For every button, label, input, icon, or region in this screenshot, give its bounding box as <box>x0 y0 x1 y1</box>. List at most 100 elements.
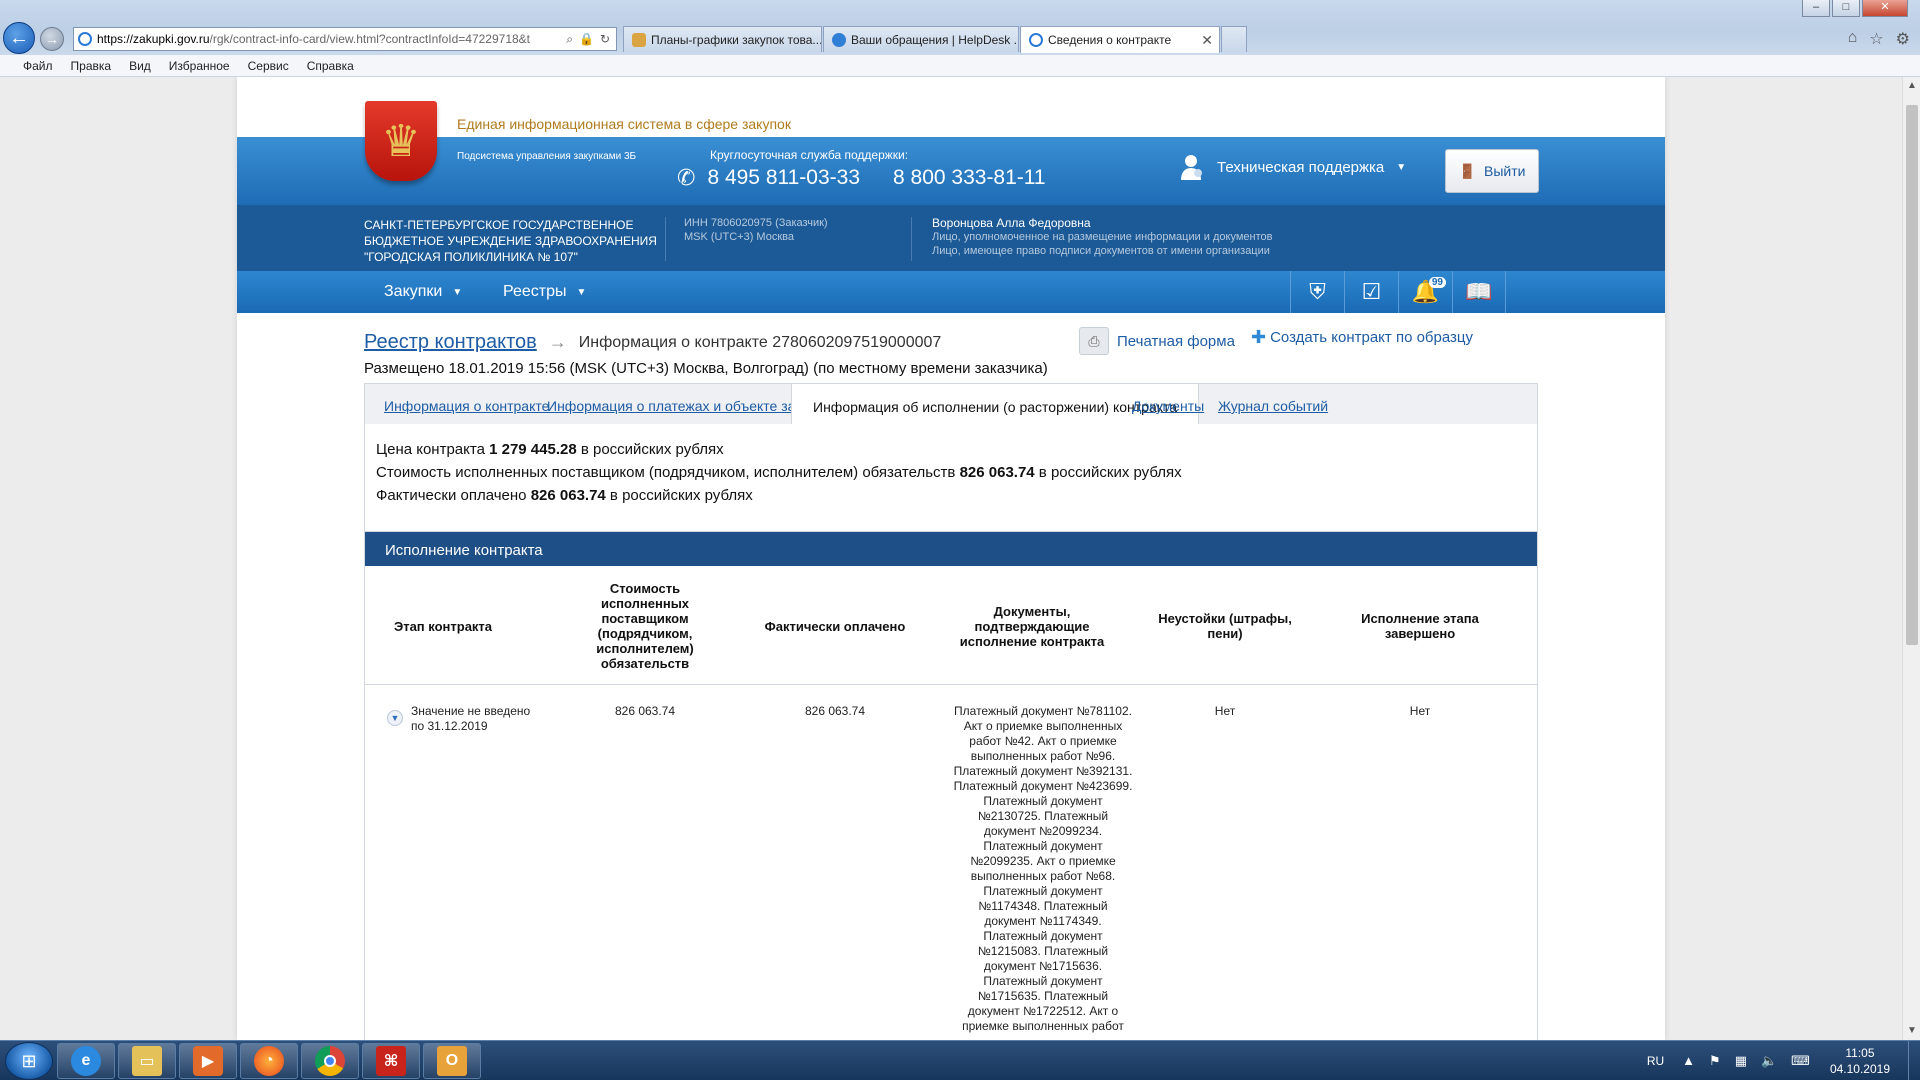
phone-number-1: 8 495 811-03-33 <box>707 166 861 189</box>
placed-date: Размещено 18.01.2019 15:56 (MSK (UTC+3) … <box>364 360 1048 377</box>
cell-cost: 826 063.74 <box>614 704 676 718</box>
settings-gear-icon[interactable]: ⚙ <box>1896 29 1910 49</box>
maximize-button[interactable]: □ <box>1832 0 1860 17</box>
menu-view[interactable]: Вид <box>120 59 160 73</box>
taskbar-firefox[interactable]: ◔ <box>240 1043 298 1079</box>
taskbar-ie[interactable]: e <box>57 1043 115 1079</box>
shield-icon[interactable]: ⛨ <box>1290 271 1344 313</box>
door-icon: 🚪 <box>1458 162 1476 179</box>
taskbar-explorer[interactable]: ▭ <box>118 1043 176 1079</box>
minimize-button[interactable]: – <box>1802 0 1830 17</box>
cell-penalties: Нет <box>1214 704 1236 718</box>
cell-paid: 826 063.74 <box>804 704 866 718</box>
print-form-link[interactable]: ⎙ Печатная форма <box>1079 327 1235 355</box>
favorites-star-icon[interactable]: ☆ <box>1869 29 1883 49</box>
taskbar-chrome[interactable] <box>301 1043 359 1079</box>
tab-event-log[interactable]: Журнал событий <box>1218 398 1328 414</box>
forward-button[interactable]: → <box>40 27 64 51</box>
contract-tabs: Информация о контракте Информация о плат… <box>364 383 1538 426</box>
menu-edit[interactable]: Правка <box>62 59 121 73</box>
network-icon[interactable]: ▦ <box>1735 1053 1747 1069</box>
coat-of-arms-logo[interactable]: ♛ <box>365 101 437 181</box>
support-phones: ✆ 8 495 811-03-33 8 800 333-81-11 <box>677 165 1046 191</box>
close-window-button[interactable]: ✕ <box>1862 0 1908 17</box>
col-header-completed: Исполнение этапа завершено <box>1361 611 1479 641</box>
home-icon[interactable]: ⌂ <box>1848 29 1858 49</box>
main-nav: Закупки ▼ Реестры ▼ ⛨ ☑ 🔔 99 📖 <box>237 271 1665 313</box>
tech-support-label: Техническая поддержка <box>1217 158 1385 176</box>
volume-icon[interactable]: 🔈 <box>1761 1053 1777 1069</box>
back-button[interactable]: ← <box>3 22 35 54</box>
refresh-icon[interactable]: ↻ <box>600 32 610 47</box>
lock-icon[interactable]: 🔒 <box>579 32 594 47</box>
firefox-icon: ◔ <box>254 1046 284 1076</box>
menu-favorites[interactable]: Избранное <box>160 59 239 73</box>
divider <box>365 684 1537 685</box>
breadcrumb-registry-link[interactable]: Реестр контрактов <box>364 331 537 354</box>
divider <box>665 217 666 261</box>
book-search-icon[interactable]: 📖 <box>1452 271 1506 313</box>
tab-documents[interactable]: Документы <box>1132 398 1204 414</box>
ie-page-icon <box>78 32 92 46</box>
menu-bar: Файл Правка Вид Избранное Сервис Справка <box>0 55 1920 77</box>
taskbar-acrobat[interactable]: ⌘ <box>362 1043 420 1079</box>
phone-icon: ✆ <box>677 165 696 190</box>
calendar-check-icon[interactable]: ☑ <box>1344 271 1398 313</box>
col-header-cost: Стоимость исполненных поставщиком (подря… <box>596 581 694 671</box>
start-button[interactable]: ⊞ <box>5 1042 53 1080</box>
header-bar: Подсистема управления закупками 3Б Кругл… <box>237 137 1665 205</box>
scroll-up-icon[interactable]: ▲ <box>1903 77 1920 95</box>
create-from-template-link[interactable]: ✚ Создать контракт по образцу <box>1251 327 1473 348</box>
tech-support-menu[interactable]: Техническая поддержка ▼ <box>1181 154 1406 180</box>
menu-help[interactable]: Справка <box>298 59 363 73</box>
arrow-right-icon: → <box>548 332 567 352</box>
page-scrollbar[interactable]: ▲ ▼ <box>1902 77 1920 1040</box>
taskbar-outlook[interactable]: O <box>423 1043 481 1079</box>
menu-tools[interactable]: Сервис <box>239 59 298 73</box>
menu-file[interactable]: Файл <box>14 59 62 73</box>
window-controls: – □ ✕ <box>1802 0 1908 17</box>
browser-tab-helpdesk[interactable]: Ваши обращения | HelpDesk ... <box>823 26 1019 52</box>
emblem-favicon-icon <box>632 32 646 47</box>
tab-payments[interactable]: Информация о платежах и объекте закупки <box>547 398 830 414</box>
create-from-template-label: Создать контракт по образцу <box>1270 329 1473 346</box>
tab-label: Сведения о контракте <box>1048 33 1172 47</box>
logout-button[interactable]: 🚪 Выйти <box>1445 149 1539 193</box>
browser-tab-plans[interactable]: Планы-графики закупок това... <box>623 26 822 52</box>
language-indicator[interactable]: RU <box>1647 1054 1664 1068</box>
chevron-down-icon: ▼ <box>576 286 587 298</box>
taskbar-media-player[interactable]: ▶ <box>179 1043 237 1079</box>
show-desktop-button[interactable] <box>1908 1041 1920 1080</box>
tab-label: Ваши обращения | HelpDesk ... <box>851 32 1019 47</box>
media-player-icon: ▶ <box>193 1046 223 1076</box>
plus-icon: ✚ <box>1251 327 1267 347</box>
scrollbar-thumb[interactable] <box>1906 105 1918 645</box>
search-icon[interactable]: ⌕ <box>566 32 573 47</box>
tab-contract-info[interactable]: Информация о контракте <box>384 398 549 414</box>
outlook-icon: O <box>437 1046 467 1076</box>
arrow-right-icon: → <box>45 31 59 47</box>
keyboard-icon[interactable]: ⌨ <box>1791 1053 1810 1069</box>
notifications-bell-icon[interactable]: 🔔 99 <box>1398 271 1452 313</box>
nav-registries[interactable]: Реестры ▼ <box>503 283 586 301</box>
tray-expand-icon[interactable]: ▲ <box>1682 1053 1695 1069</box>
paid-value: 826 063.74 <box>530 487 606 504</box>
clock[interactable]: 11:05 04.10.2019 <box>1830 1045 1890 1077</box>
divider <box>911 217 912 261</box>
address-bar[interactable]: https://zakupki.gov.ru /rgk/contract-inf… <box>73 27 617 51</box>
breadcrumb: Реестр контрактов → Информация о контрак… <box>364 331 941 354</box>
browser-tab-contract[interactable]: Сведения о контракте ✕ <box>1020 26 1220 53</box>
scroll-down-icon[interactable]: ▼ <box>1903 1022 1920 1040</box>
cell-documents: Платежный документ №781102. Акт о приемк… <box>953 704 1133 1033</box>
executed-cost-line: Стоимость исполненных поставщиком (подря… <box>376 464 1182 481</box>
nav-purchases[interactable]: Закупки ▼ <box>384 283 462 301</box>
windows-logo-icon: ⊞ <box>21 1050 37 1071</box>
expand-chevron-icon[interactable]: ▼ <box>387 710 403 726</box>
nav-registries-label: Реестры <box>503 283 567 300</box>
close-tab-icon[interactable]: ✕ <box>1201 32 1213 49</box>
internet-explorer-icon: e <box>71 1046 101 1076</box>
clock-time: 11:05 <box>1845 1046 1875 1060</box>
organization-inn: ИНН 7806020975 (Заказчик) MSK (UTC+3) Мо… <box>684 216 828 244</box>
action-center-flag-icon[interactable]: ⚑ <box>1709 1053 1721 1069</box>
new-tab-button[interactable] <box>1221 26 1247 52</box>
